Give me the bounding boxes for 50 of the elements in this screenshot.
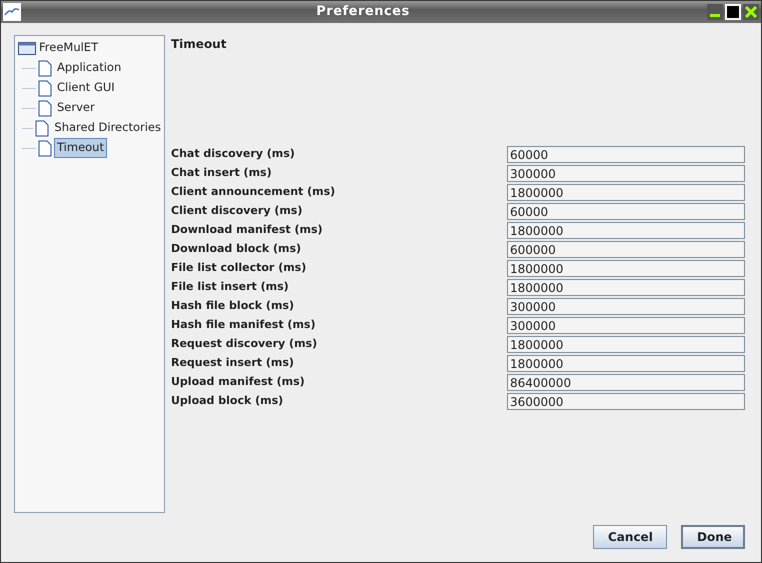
- field-label: Request insert (ms): [171, 355, 295, 372]
- input-field[interactable]: 300000: [507, 317, 745, 334]
- input-field[interactable]: 1800000: [507, 279, 745, 296]
- panel-title: Timeout: [171, 36, 228, 53]
- input-field[interactable]: 60000: [507, 146, 745, 163]
- input-field[interactable]: 300000: [507, 298, 745, 315]
- field-label: Upload block (ms): [171, 393, 284, 410]
- close-icon: [745, 6, 757, 18]
- input-field[interactable]: 1800000: [507, 222, 745, 239]
- file-icon: [38, 60, 52, 76]
- file-icon: [38, 80, 52, 96]
- window-title: Preferences: [315, 3, 411, 22]
- input-field[interactable]: 600000: [507, 241, 745, 258]
- tree-item[interactable]: Client GUI: [54, 78, 118, 98]
- input-field[interactable]: 86400000: [507, 374, 745, 391]
- close-button[interactable]: [743, 4, 759, 20]
- field-label: Chat discovery (ms): [171, 146, 296, 162]
- input-field[interactable]: 1800000: [507, 184, 745, 201]
- tree-item[interactable]: Server: [54, 98, 98, 118]
- input-field[interactable]: 1800000: [507, 336, 745, 353]
- minimize-icon: [710, 14, 720, 17]
- field-label: File list collector (ms): [171, 260, 308, 276]
- input-field[interactable]: 300000: [507, 165, 745, 182]
- input-field[interactable]: 1800000: [507, 260, 745, 277]
- tree-root[interactable]: FreeMulET: [36, 38, 102, 58]
- file-icon: [38, 100, 52, 116]
- field-label: Client discovery (ms): [171, 203, 304, 220]
- field-label: File list insert (ms): [171, 279, 290, 296]
- field-label: Download block (ms): [171, 241, 302, 258]
- tree-item[interactable]: Shared Directories: [51, 118, 164, 138]
- field-label: Hash file manifest (ms): [171, 317, 316, 334]
- field-label: Client announcement (ms): [171, 184, 336, 200]
- field-label: Download manifest (ms): [171, 222, 324, 238]
- tree-item[interactable]: Application: [54, 58, 124, 78]
- input-field[interactable]: 1800000: [507, 355, 745, 372]
- file-icon: [35, 120, 50, 136]
- tree-item[interactable]: Timeout: [54, 138, 107, 158]
- maximize-button[interactable]: [725, 4, 741, 20]
- input-field[interactable]: 60000: [507, 203, 745, 220]
- app-icon: [3, 3, 21, 21]
- cancel-button[interactable]: Cancel: [593, 525, 667, 549]
- field-label: Chat insert (ms): [171, 165, 273, 182]
- field-label: Upload manifest (ms): [171, 374, 306, 390]
- done-button[interactable]: Done: [681, 525, 745, 549]
- field-label: Request discovery (ms): [171, 336, 318, 352]
- input-field[interactable]: 3600000: [507, 393, 745, 410]
- file-icon: [38, 140, 52, 156]
- minimize-button[interactable]: [707, 4, 723, 20]
- field-label: Hash file block (ms): [171, 298, 295, 314]
- maximize-icon: [726, 5, 740, 19]
